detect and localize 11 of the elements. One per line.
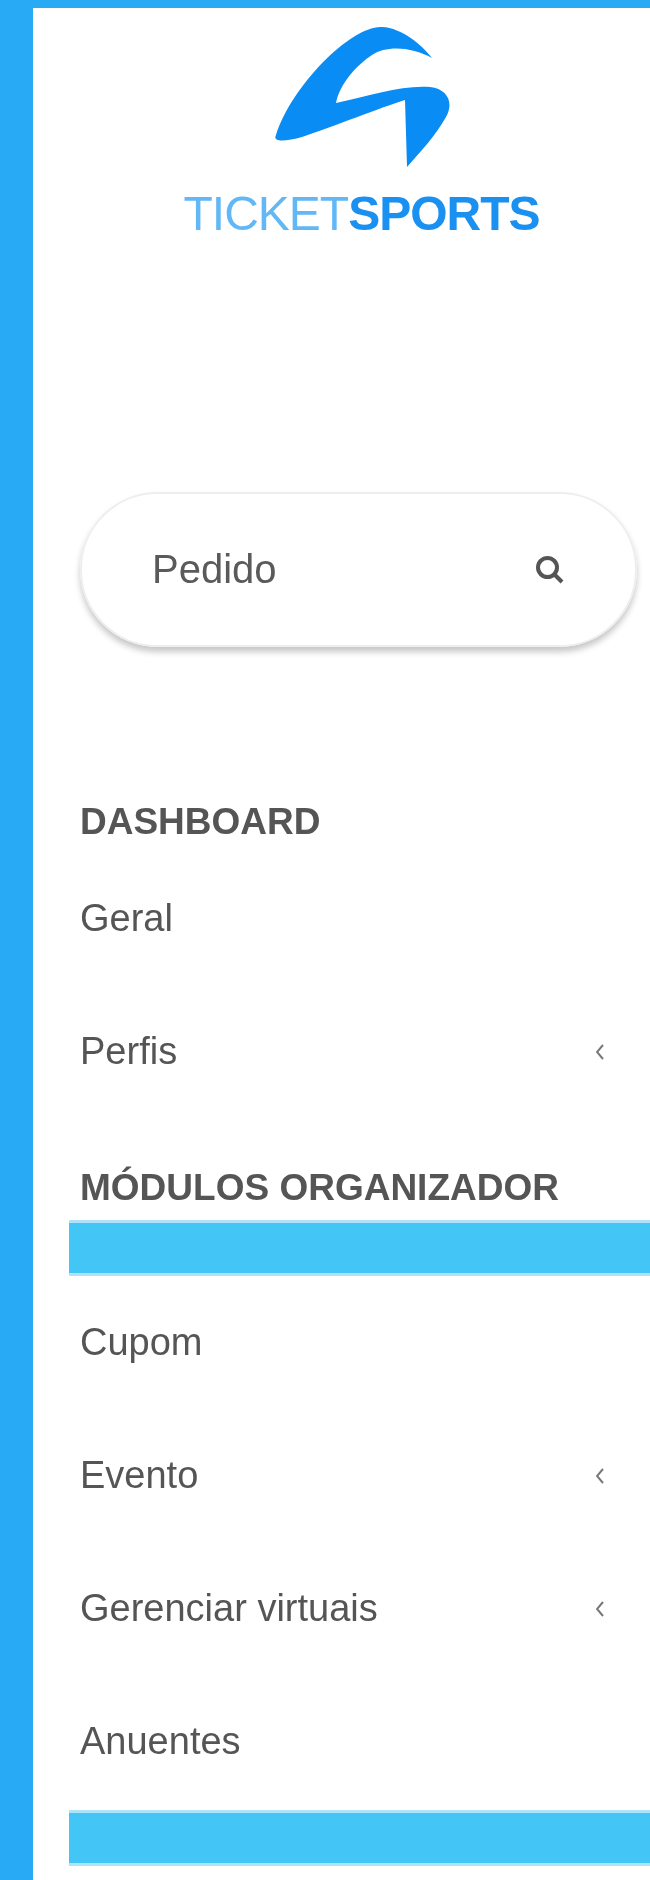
menu-item[interactable]: Gerenciar virtuais bbox=[80, 1587, 378, 1630]
section-heading: MÓDULOS ORGANIZADOR bbox=[80, 1165, 560, 1210]
search-field[interactable]: Pedido bbox=[150, 546, 535, 593]
menu-item[interactable]: Evento bbox=[80, 1454, 199, 1497]
menu-item[interactable]: Cupom bbox=[80, 1321, 203, 1364]
section-heading: DASHBOARD bbox=[80, 800, 322, 844]
menu-item[interactable]: Geral bbox=[80, 897, 173, 940]
menu-item[interactable]: Anuentes bbox=[80, 1720, 241, 1763]
logo-wordmark: TICKETSPORTS bbox=[183, 188, 540, 240]
search-icon[interactable] bbox=[535, 554, 565, 585]
menu-item[interactable]: Perfis bbox=[80, 1030, 178, 1073]
